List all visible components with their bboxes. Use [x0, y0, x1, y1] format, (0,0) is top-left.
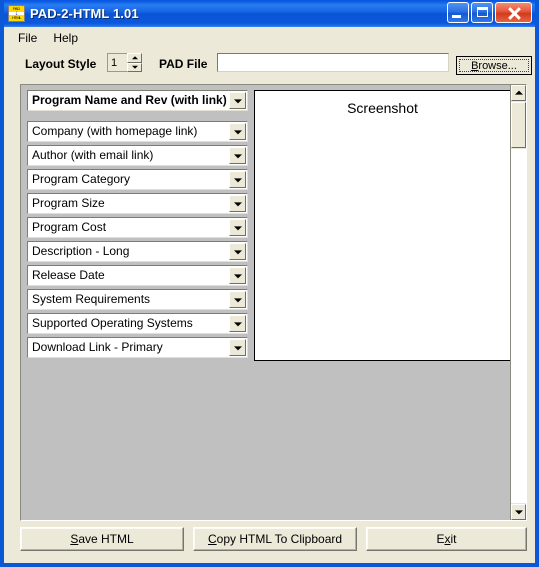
- field-dropdown-program-name-label: Program Name and Rev (with link): [32, 93, 227, 107]
- maximize-button[interactable]: [471, 2, 493, 23]
- field-dropdown-list: Program Name and Rev (with link) Company…: [27, 90, 248, 361]
- chevron-down-icon[interactable]: [229, 92, 246, 109]
- field-dropdown-description-long[interactable]: Description - Long: [27, 241, 248, 262]
- field-dropdown-program-category[interactable]: Program Category: [27, 169, 248, 190]
- layout-style-decrement-button[interactable]: [127, 62, 142, 72]
- exit-button[interactable]: Exit: [366, 527, 527, 551]
- chevron-down-icon[interactable]: [229, 315, 246, 332]
- field-dropdown-company[interactable]: Company (with homepage link): [27, 121, 248, 142]
- scroll-up-button[interactable]: [511, 85, 526, 101]
- layout-style-stepper[interactable]: [107, 53, 142, 72]
- field-dropdown-program-size[interactable]: Program Size: [27, 193, 248, 214]
- field-dropdown-program-size-label: Program Size: [32, 196, 105, 210]
- window-controls: [447, 2, 532, 23]
- field-dropdown-release-date-label: Release Date: [32, 268, 105, 282]
- chevron-down-icon[interactable]: [229, 123, 246, 140]
- menu-item-file[interactable]: File: [10, 29, 45, 47]
- layout-style-label: Layout Style: [25, 57, 97, 71]
- field-dropdown-company-label: Company (with homepage link): [32, 124, 198, 138]
- scrollbar-track[interactable]: [511, 149, 526, 503]
- field-dropdown-system-requirements[interactable]: System Requirements: [27, 289, 248, 310]
- field-dropdown-program-cost-label: Program Cost: [32, 220, 107, 234]
- chevron-down-icon[interactable]: [229, 243, 246, 260]
- chevron-down-icon[interactable]: [229, 171, 246, 188]
- field-dropdown-supported-operating-systems[interactable]: Supported Operating Systems: [27, 313, 248, 334]
- app-icon-bottom-text: HTML: [9, 15, 24, 21]
- layout-style-increment-button[interactable]: [127, 53, 142, 63]
- screenshot-placeholder-label: Screenshot: [347, 100, 418, 116]
- title-bar: PAD ↓ HTML PAD-2-HTML 1.01: [4, 0, 535, 27]
- chevron-up-icon: [514, 90, 523, 95]
- chevron-down-icon[interactable]: [229, 291, 246, 308]
- chevron-down-icon[interactable]: [229, 147, 246, 164]
- chevron-down-icon[interactable]: [229, 219, 246, 236]
- pad-file-input[interactable]: [217, 53, 449, 72]
- field-dropdown-supported-operating-systems-label: Supported Operating Systems: [32, 316, 193, 330]
- pad-file-label: PAD File: [159, 57, 208, 71]
- layout-style-input[interactable]: [107, 53, 127, 72]
- copy-html-to-clipboard-button[interactable]: Copy HTML To Clipboard: [193, 527, 357, 551]
- layout-style-spin-buttons: [127, 53, 142, 72]
- scrollbar-thumb[interactable]: [511, 102, 526, 148]
- chevron-up-icon: [131, 55, 138, 59]
- chevron-down-icon[interactable]: [229, 195, 246, 212]
- save-html-button-label: Save HTML: [70, 532, 134, 546]
- action-button-bar: Save HTML Copy HTML To Clipboard Exit: [4, 521, 535, 563]
- chevron-down-icon: [131, 66, 138, 70]
- save-html-button[interactable]: Save HTML: [20, 527, 184, 551]
- chevron-down-icon[interactable]: [229, 267, 246, 284]
- chevron-down-icon: [514, 510, 523, 515]
- pad-2-html-app-icon: PAD ↓ HTML: [8, 5, 25, 22]
- field-dropdown-description-long-label: Description - Long: [32, 244, 130, 258]
- field-dropdown-download-link-primary[interactable]: Download Link - Primary: [27, 337, 248, 358]
- browse-button-label-wrap: Browse...: [459, 59, 529, 72]
- field-dropdown-program-cost[interactable]: Program Cost: [27, 217, 248, 238]
- copy-html-to-clipboard-button-label: Copy HTML To Clipboard: [207, 532, 343, 546]
- fields-scroll-panel: Program Name and Rev (with link) Company…: [20, 84, 527, 521]
- browse-button[interactable]: Browse...: [456, 56, 532, 75]
- menu-item-help[interactable]: Help: [45, 29, 86, 47]
- close-button[interactable]: [495, 2, 532, 23]
- field-dropdown-system-requirements-label: System Requirements: [32, 292, 151, 306]
- window-title: PAD-2-HTML 1.01: [30, 6, 139, 21]
- scroll-down-button[interactable]: [511, 504, 526, 520]
- menu-bar: File Help: [4, 27, 535, 49]
- field-dropdown-download-link-primary-label: Download Link - Primary: [32, 340, 163, 354]
- field-dropdown-author[interactable]: Author (with email link): [27, 145, 248, 166]
- application-window: PAD ↓ HTML PAD-2-HTML 1.01 File Help Lay…: [0, 0, 539, 567]
- field-dropdown-release-date[interactable]: Release Date: [27, 265, 248, 286]
- browse-button-label: Browse...: [471, 59, 517, 72]
- exit-button-label: Exit: [436, 532, 457, 546]
- minimize-button[interactable]: [447, 2, 469, 23]
- chevron-down-icon[interactable]: [229, 339, 246, 356]
- vertical-scrollbar[interactable]: [510, 85, 526, 520]
- field-dropdown-program-category-label: Program Category: [32, 172, 131, 186]
- field-dropdown-program-name[interactable]: Program Name and Rev (with link): [27, 90, 248, 111]
- field-dropdown-author-label: Author (with email link): [32, 148, 154, 162]
- screenshot-preview: Screenshot: [254, 90, 511, 361]
